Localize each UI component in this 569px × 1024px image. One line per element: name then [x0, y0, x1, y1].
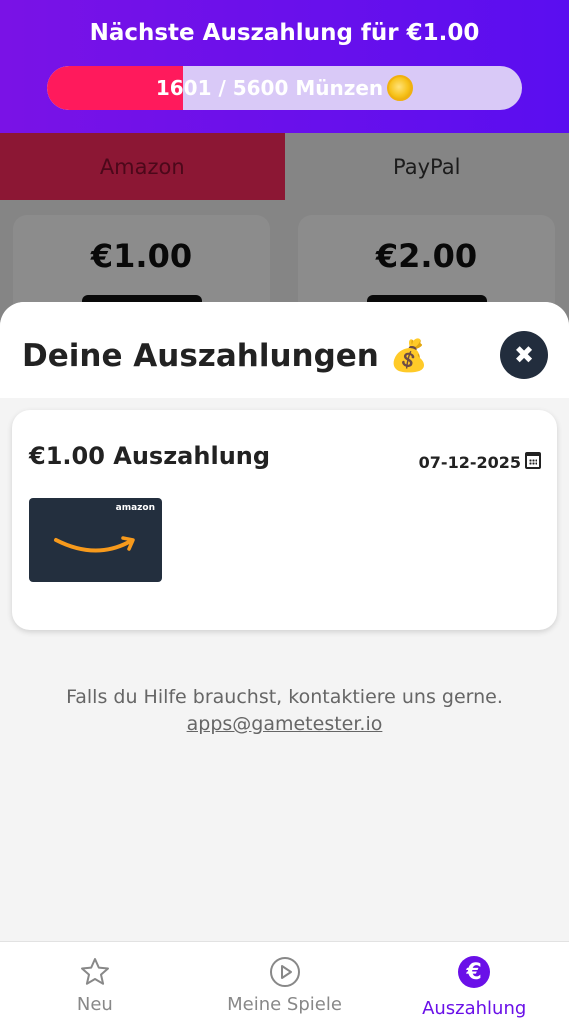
progress-text: 1601 / 5600 Münzen	[155, 76, 384, 100]
nav-item-neu[interactable]: Neu	[0, 942, 190, 1024]
progress-label: 1601 / 5600 Münzen	[47, 66, 522, 110]
amazon-gift-card-image: amazon	[29, 498, 162, 582]
payout-date: 07-12-2025	[418, 453, 521, 472]
amazon-smile-icon	[54, 536, 135, 553]
payout-card: €1.00 Auszahlung 07-12-2025 amazon	[12, 410, 557, 630]
sheet-title: Deine Auszahlungen 💰	[22, 338, 429, 374]
nav-label: Neu	[76, 994, 113, 1015]
help-section: Falls du Hilfe brauchst, kontaktiere uns…	[0, 684, 569, 738]
close-icon: ✖	[513, 341, 535, 369]
nav-item-meine-spiele[interactable]: Meine Spiele	[190, 942, 380, 1024]
play-icon	[269, 956, 301, 988]
header: Nächste Auszahlung für €1.00 1601 / 5600…	[0, 0, 569, 133]
euro-icon: €	[458, 956, 491, 988]
help-email-link[interactable]: apps@gametester.io	[0, 711, 569, 738]
help-text: Falls du Hilfe brauchst, kontaktiere uns…	[66, 686, 503, 708]
sheet-header: Deine Auszahlungen 💰 ✖	[0, 302, 569, 398]
nav-item-auszahlung[interactable]: € Auszahlung	[379, 942, 569, 1024]
nav-label: Auszahlung	[422, 998, 527, 1019]
nav-label: Meine Spiele	[227, 994, 342, 1015]
coin-icon	[387, 75, 414, 101]
coin-progress-bar: 1601 / 5600 Münzen	[47, 66, 522, 110]
payouts-sheet: Deine Auszahlungen 💰 ✖ €1.00 Auszahlung …	[0, 302, 569, 942]
star-icon	[79, 956, 111, 988]
payout-title: €1.00 Auszahlung	[29, 442, 271, 470]
bottom-navigation: Neu Meine Spiele € Auszahlung	[0, 941, 569, 1024]
close-button[interactable]: ✖	[500, 331, 548, 379]
calendar-icon	[525, 452, 541, 469]
next-payout-title: Nächste Auszahlung für €1.00	[89, 20, 480, 46]
